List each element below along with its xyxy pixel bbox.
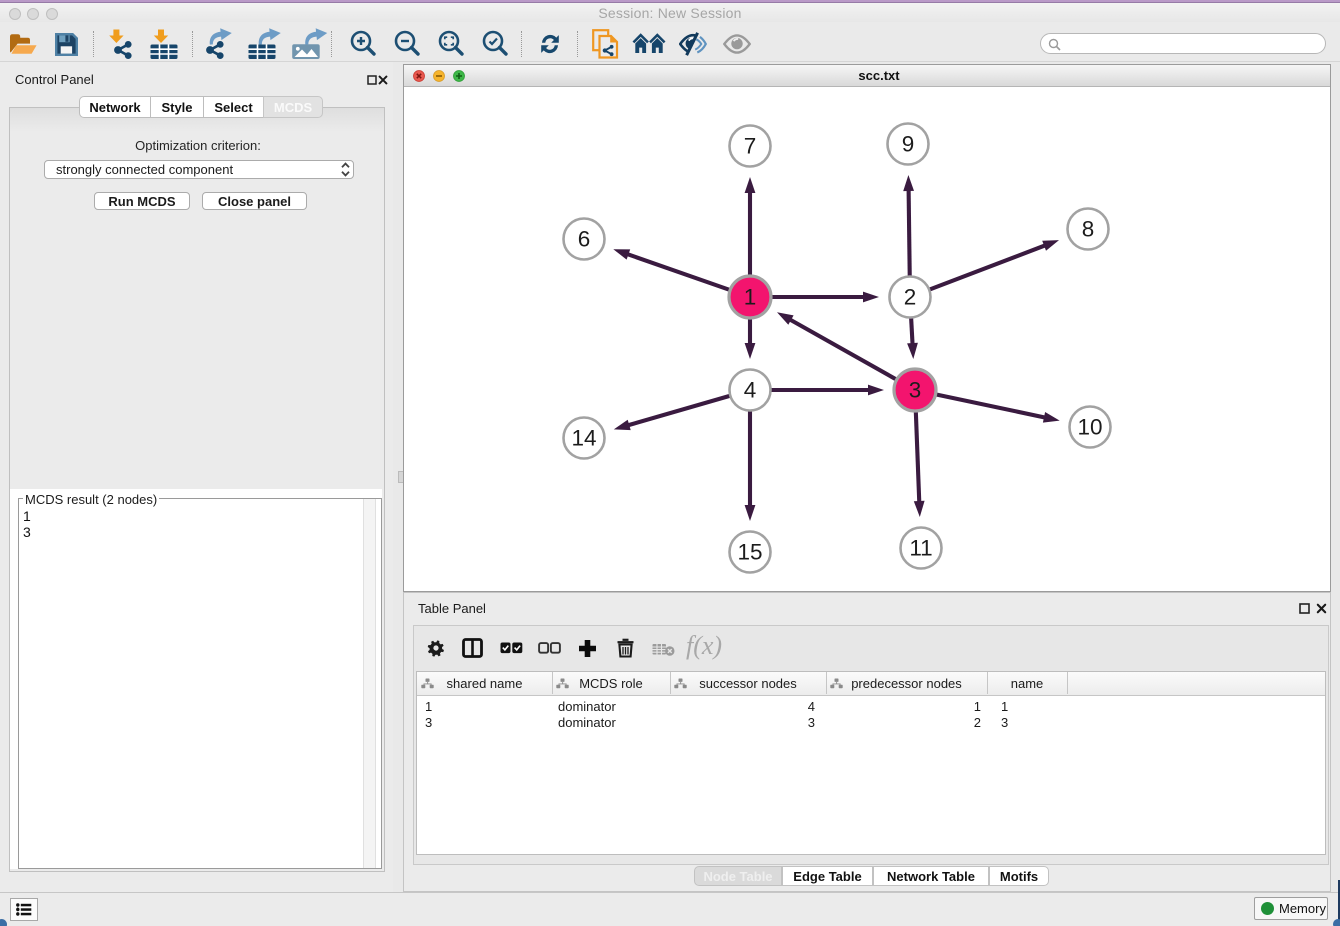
svg-text:9: 9 <box>902 132 915 157</box>
svg-text:11: 11 <box>909 536 932 561</box>
svg-text:8: 8 <box>1082 217 1095 242</box>
svg-text:7: 7 <box>744 134 757 159</box>
svg-text:15: 15 <box>737 540 762 565</box>
svg-text:6: 6 <box>578 227 591 252</box>
svg-text:14: 14 <box>571 426 596 451</box>
svg-text:1: 1 <box>744 285 757 310</box>
svg-text:3: 3 <box>909 378 922 403</box>
svg-text:2: 2 <box>904 285 917 310</box>
svg-text:10: 10 <box>1077 415 1102 440</box>
svg-text:4: 4 <box>744 378 757 403</box>
